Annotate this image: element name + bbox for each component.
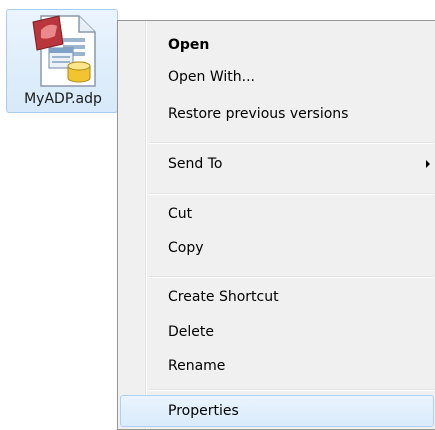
menu-item-send-to[interactable]: Send To (120, 148, 434, 180)
menu-item-delete[interactable]: Delete (120, 316, 434, 348)
desktop: MyADP.adp Open Open With... Restore prev… (0, 0, 435, 430)
context-menu: Open Open With... Restore previous versi… (117, 20, 435, 430)
access-project-file-icon (29, 12, 107, 90)
menu-item-delete-label: Delete (168, 324, 214, 340)
menu-item-send-to-label: Send To (168, 156, 223, 172)
menu-item-properties[interactable]: Properties (120, 395, 434, 427)
menu-item-properties-label: Properties (168, 403, 239, 419)
desktop-file-item[interactable]: MyADP.adp (6, 9, 118, 113)
menu-item-create-shortcut-label: Create Shortcut (168, 289, 279, 305)
menu-item-open[interactable]: Open (120, 29, 434, 61)
menu-item-create-shortcut[interactable]: Create Shortcut (120, 281, 434, 313)
menu-item-open-with[interactable]: Open With... (120, 61, 434, 93)
menu-separator (149, 142, 434, 144)
menu-item-restore-previous-versions[interactable]: Restore previous versions (120, 98, 434, 130)
menu-separator (149, 276, 434, 278)
file-name-label: MyADP.adp (24, 91, 102, 107)
menu-item-cut-label: Cut (168, 206, 193, 222)
menu-item-rename[interactable]: Rename (120, 350, 434, 382)
menu-item-copy[interactable]: Copy (120, 232, 434, 264)
menu-separator (149, 389, 434, 391)
menu-item-open-with-label: Open With... (168, 69, 255, 85)
submenu-arrow-icon (426, 160, 430, 168)
menu-item-rename-label: Rename (168, 358, 226, 374)
menu-item-open-label: Open (168, 37, 210, 53)
menu-item-copy-label: Copy (168, 240, 204, 256)
menu-separator (149, 193, 434, 195)
menu-item-cut[interactable]: Cut (120, 198, 434, 230)
menu-item-restore-label: Restore previous versions (168, 106, 349, 122)
